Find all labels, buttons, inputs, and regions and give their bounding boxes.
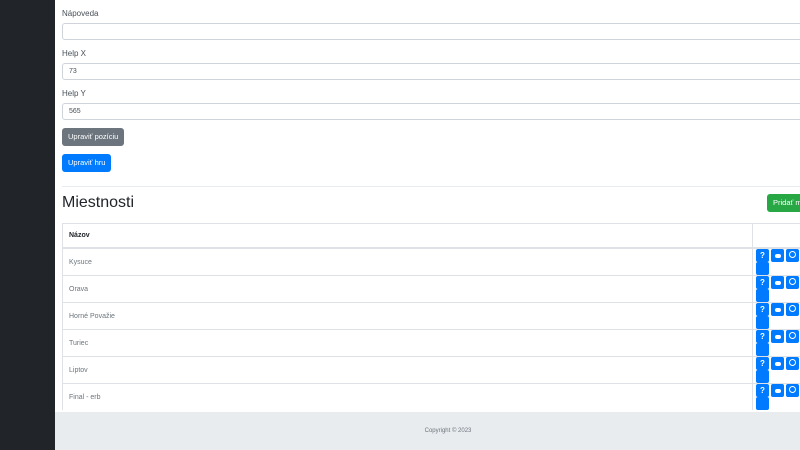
comment-icon[interactable]: [771, 330, 784, 343]
help-x-label: Help X: [62, 49, 87, 58]
room-name-cell: Kysuce: [62, 247, 753, 276]
room-actions-cell: ?i: [752, 383, 800, 410]
table-row: Horné Považie?i: [62, 302, 800, 330]
gear-icon[interactable]: [786, 357, 799, 370]
room-name-cell: Horné Považie: [62, 302, 753, 330]
room-name-cell: Liptov: [62, 356, 753, 384]
help-icon[interactable]: ?: [756, 384, 769, 397]
room-actions-cell: ?i: [752, 275, 800, 303]
gear-icon[interactable]: [786, 276, 799, 289]
more-icon[interactable]: [756, 289, 769, 302]
table-row: Final - erb?i: [62, 383, 800, 410]
napoveda-input[interactable]: [62, 23, 800, 40]
napoveda-label: Nápoveda: [62, 9, 99, 18]
copyright-text: Copyright © 2023: [424, 428, 472, 434]
gear-icon[interactable]: [786, 330, 799, 343]
room-actions-cell: ?i: [752, 247, 800, 276]
room-name-cell: Turiec: [62, 329, 753, 357]
more-icon[interactable]: [756, 397, 769, 410]
more-icon[interactable]: [756, 370, 769, 383]
comment-icon[interactable]: [771, 303, 784, 316]
room-actions-cell: ?i: [752, 302, 800, 330]
help-icon[interactable]: ?: [756, 357, 769, 370]
table-row: Orava?i: [62, 275, 800, 303]
comment-icon[interactable]: [771, 276, 784, 289]
more-icon[interactable]: [756, 262, 769, 275]
edit-position-button[interactable]: Upraviť pozíciu: [62, 128, 125, 146]
gear-icon[interactable]: [786, 384, 799, 397]
rooms-table: Názov Kysuce?iOrava?iHorné Považie?iTuri…: [62, 223, 800, 410]
table-row: Turiec?i: [62, 329, 800, 357]
help-icon[interactable]: ?: [756, 249, 769, 262]
footer: Copyright © 2023: [55, 412, 800, 450]
gear-icon[interactable]: [786, 249, 799, 262]
main-content: Nápoveda Help X 73 Help Y 565 Upraviť po…: [55, 0, 800, 450]
comment-icon[interactable]: [771, 249, 784, 262]
rooms-heading: Miestnosti: [62, 194, 135, 211]
help-y-label: Help Y: [62, 89, 86, 98]
column-header-name: Názov: [62, 223, 753, 249]
comment-icon[interactable]: [771, 384, 784, 397]
room-actions-cell: ?i: [752, 329, 800, 357]
help-icon[interactable]: ?: [756, 276, 769, 289]
table-row: Kysuce?i: [62, 247, 800, 276]
column-header-actions: [752, 223, 800, 249]
help-y-input[interactable]: 565: [62, 103, 800, 120]
more-icon[interactable]: [756, 343, 769, 356]
room-name-cell: Final - erb: [62, 383, 753, 410]
section-divider: [62, 186, 800, 187]
add-room-button[interactable]: Pridať m: [767, 194, 800, 212]
help-x-input[interactable]: 73: [62, 63, 800, 80]
room-actions-cell: ?i: [752, 356, 800, 384]
table-row: Liptov?i: [62, 356, 800, 384]
gear-icon[interactable]: [786, 303, 799, 316]
comment-icon[interactable]: [771, 357, 784, 370]
room-name-cell: Orava: [62, 275, 753, 303]
edit-game-button[interactable]: Upraviť hru: [62, 154, 112, 172]
help-icon[interactable]: ?: [756, 330, 769, 343]
help-icon[interactable]: ?: [756, 303, 769, 316]
sidebar: [0, 0, 55, 450]
more-icon[interactable]: [756, 316, 769, 329]
